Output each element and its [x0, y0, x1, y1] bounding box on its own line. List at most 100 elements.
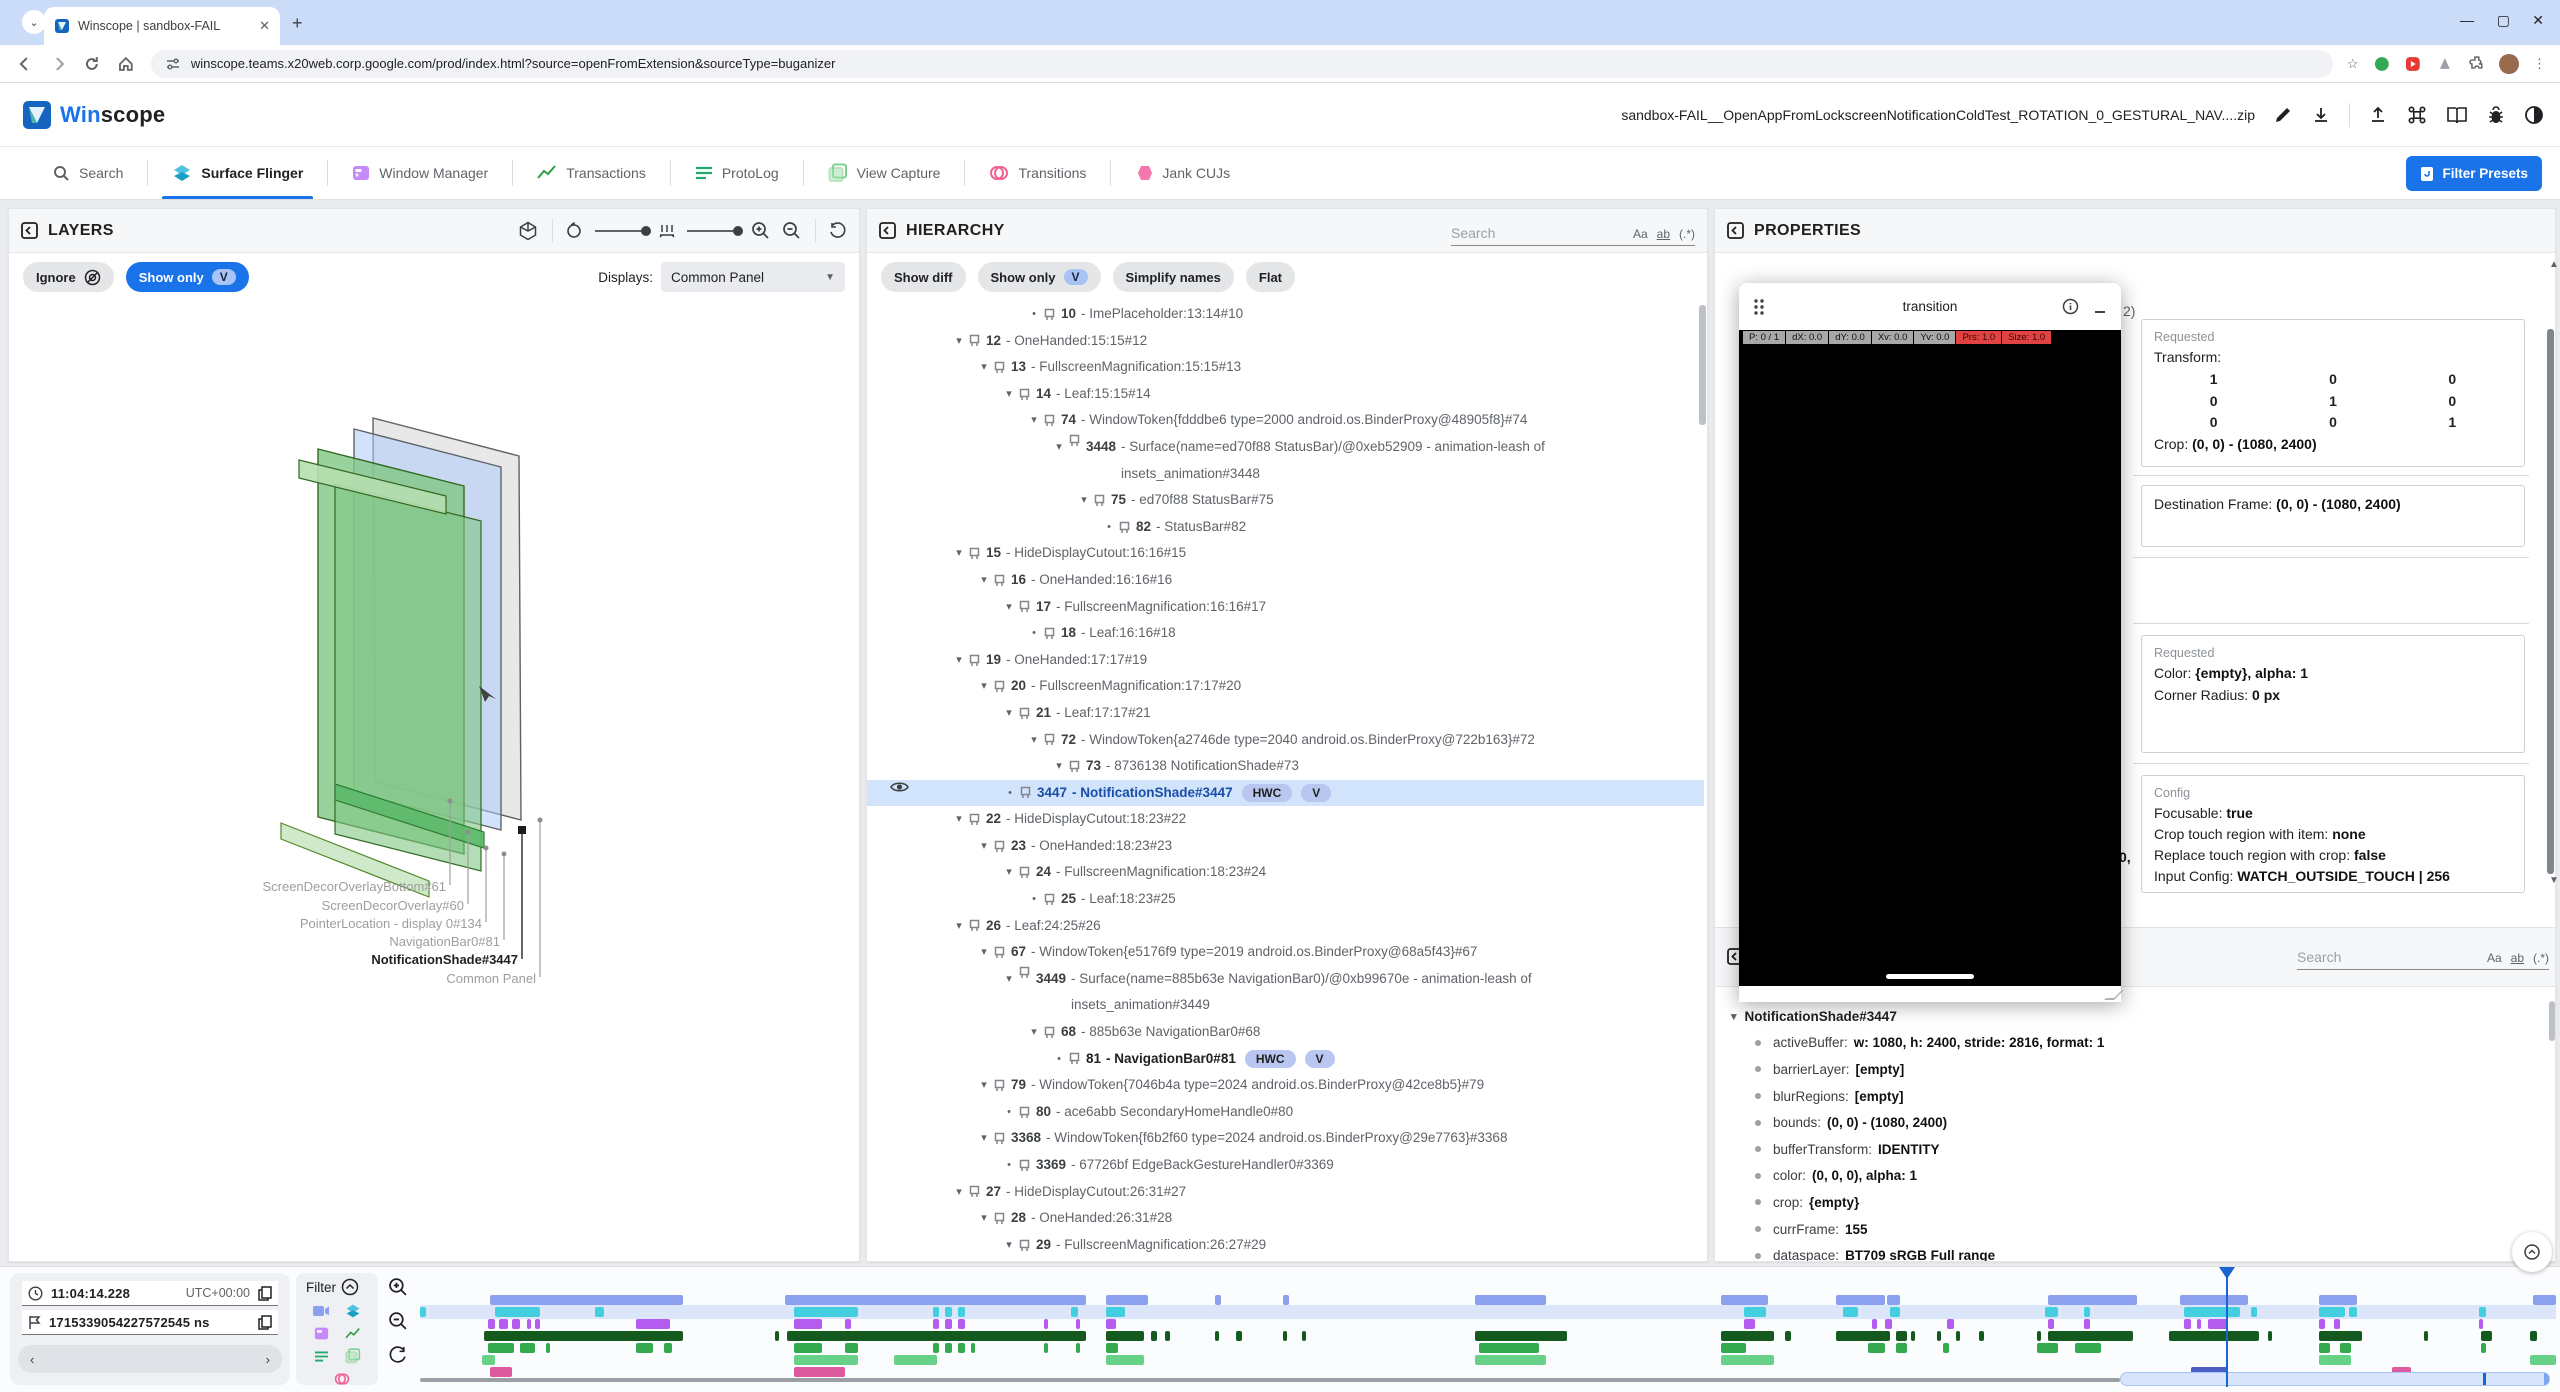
surface-flinger-icon[interactable]: [345, 1303, 361, 1319]
prev-frame-icon[interactable]: ‹: [30, 1352, 34, 1367]
trace-entry[interactable]: [1071, 1307, 1077, 1317]
tab-window-manager[interactable]: Window Manager: [328, 147, 512, 199]
tree-node[interactable]: ▾ 14 - Leaf:15:15#14: [941, 381, 1704, 408]
rotation-slider[interactable]: [595, 230, 647, 232]
reload-icon[interactable]: [83, 55, 101, 73]
expand-toggle[interactable]: •: [1001, 1099, 1017, 1126]
trace-entry[interactable]: [1979, 1331, 1983, 1341]
shortcuts-icon[interactable]: [2406, 104, 2428, 126]
trace-entry[interactable]: [945, 1343, 951, 1353]
trace-entry[interactable]: [933, 1343, 939, 1353]
site-settings-icon[interactable]: [165, 56, 181, 72]
transition-overlay-window[interactable]: transition P: 0 / 1dX: 0.0dY: 0.0Xv: 0.0…: [1739, 283, 2121, 1002]
screen-recording-icon[interactable]: [313, 1305, 330, 1317]
tree-node[interactable]: ▾ 29 - FullscreenMagnification:26:27#29: [941, 1232, 1704, 1259]
trace-entry[interactable]: [1744, 1319, 1755, 1329]
trace-entry[interactable]: [1151, 1331, 1157, 1341]
trace-entry[interactable]: [1896, 1331, 1907, 1341]
trace-entry[interactable]: [845, 1343, 858, 1353]
tree-root[interactable]: ▾NotificationShade#3447: [1731, 1003, 2555, 1030]
trace-entry[interactable]: [1943, 1343, 1949, 1353]
property-row[interactable]: crop: {empty}: [1731, 1189, 2555, 1216]
scroll-up-icon[interactable]: ▲: [2549, 259, 2559, 270]
match-word-icon[interactable]: ab: [2511, 951, 2524, 965]
trace-track[interactable]: [420, 1307, 2556, 1317]
tree-node[interactable]: ▾ 17 - FullscreenMagnification:16:16#17: [941, 594, 1704, 621]
tree-node[interactable]: ▾ 12 - OneHanded:15:15#12: [941, 328, 1704, 355]
expand-toggle[interactable]: •: [1026, 886, 1042, 913]
timeline-scroll-track[interactable]: [420, 1378, 2120, 1382]
copy-icon[interactable]: [258, 1286, 272, 1301]
displays-select[interactable]: Common Panel▼: [661, 262, 845, 292]
trace-entry[interactable]: [527, 1319, 531, 1329]
trace-entry[interactable]: [490, 1367, 511, 1377]
expand-toggle[interactable]: ▾: [1026, 407, 1042, 434]
trace-entry[interactable]: [1721, 1331, 1774, 1341]
trace-entry[interactable]: [1106, 1343, 1119, 1353]
tab-transitions[interactable]: Transitions: [965, 147, 1110, 199]
trace-entry[interactable]: [2530, 1355, 2556, 1365]
expand-toggle[interactable]: ▾: [1001, 594, 1017, 621]
trace-entry[interactable]: [2048, 1295, 2138, 1305]
property-row[interactable]: color: (0, 0, 0), alpha: 1: [1731, 1163, 2555, 1190]
properties-search[interactable]: Aa ab (.*): [2297, 940, 2549, 970]
expand-toggle[interactable]: ▾: [976, 1205, 992, 1232]
trace-entry[interactable]: [2340, 1343, 2351, 1353]
show-only-button[interactable]: Show onlyV: [978, 262, 1101, 292]
trace-entry[interactable]: [945, 1307, 951, 1317]
trace-entry[interactable]: [2184, 1319, 2190, 1329]
trace-entry[interactable]: [1165, 1331, 1169, 1341]
tree-node[interactable]: ▾ 24 - FullscreenMagnification:18:23#24: [941, 859, 1704, 886]
expand-toggle[interactable]: ▾: [1076, 487, 1092, 514]
trace-entry[interactable]: [1475, 1295, 1545, 1305]
expand-toggle[interactable]: ▾: [1001, 700, 1017, 727]
layer-label[interactable]: NavigationBar0#81: [9, 934, 500, 949]
trace-entry[interactable]: [845, 1319, 851, 1329]
trace-entry[interactable]: [1911, 1331, 1915, 1341]
trace-entry[interactable]: [2479, 1307, 2485, 1317]
trace-entry[interactable]: [794, 1343, 822, 1353]
browser-menu-icon[interactable]: ⋮: [2533, 56, 2546, 72]
trace-entry[interactable]: [512, 1319, 521, 1329]
trace-entry[interactable]: [1721, 1343, 1747, 1353]
trace-entry[interactable]: [1475, 1355, 1545, 1365]
viewport-right-handle[interactable]: [2544, 1373, 2549, 1385]
tab-transactions[interactable]: Transactions: [513, 147, 670, 199]
timeline-zoom-in-icon[interactable]: [388, 1277, 408, 1297]
timeline-viewport-range[interactable]: [2120, 1372, 2550, 1386]
expand-toggle[interactable]: ▾: [951, 913, 967, 940]
info-icon[interactable]: [2062, 298, 2079, 315]
trace-entry[interactable]: [971, 1343, 975, 1353]
overlay-title-bar[interactable]: transition: [1739, 283, 2121, 330]
trace-entry[interactable]: [1836, 1331, 1889, 1341]
expand-toggle[interactable]: •: [1002, 780, 1018, 807]
expand-toggle[interactable]: ▾: [1001, 859, 1017, 886]
expand-toggle[interactable]: ▾: [951, 540, 967, 567]
trace-entry[interactable]: [2037, 1343, 2058, 1353]
trace-entry[interactable]: [484, 1331, 683, 1341]
window-maximize-icon[interactable]: ▢: [2497, 12, 2510, 29]
expand-toggle[interactable]: ▾: [951, 328, 967, 355]
trace-entry[interactable]: [1215, 1331, 1219, 1341]
expand-toggle[interactable]: ▾: [951, 1179, 967, 1206]
simplify-names-button[interactable]: Simplify names: [1113, 262, 1234, 292]
trace-entry[interactable]: [2334, 1319, 2340, 1329]
trace-entry[interactable]: [1215, 1295, 1221, 1305]
trace-entry[interactable]: [546, 1343, 550, 1353]
layer-label[interactable]: NotificationShade#3447: [9, 952, 518, 967]
match-case-icon[interactable]: Aa: [1633, 227, 1648, 241]
expand-toggle[interactable]: ▾: [951, 806, 967, 833]
trace-entry[interactable]: [595, 1307, 604, 1317]
match-case-icon[interactable]: Aa: [2487, 951, 2502, 965]
trace-entry[interactable]: [2319, 1319, 2325, 1329]
trace-entry[interactable]: [2075, 1343, 2101, 1353]
layer-label[interactable]: ScreenDecorOverlay#60: [9, 898, 464, 913]
layer-label[interactable]: ScreenDecorOverlayBottom#61: [9, 879, 446, 894]
trace-entry[interactable]: [1106, 1319, 1117, 1329]
tree-node[interactable]: ▾ 79 - WindowToken{7046b4a type=2024 and…: [941, 1072, 1704, 1099]
trace-entry[interactable]: [2197, 1319, 2201, 1329]
trace-entry[interactable]: [1283, 1331, 1287, 1341]
trace-entry[interactable]: [2424, 1331, 2428, 1341]
protolog-icon[interactable]: [314, 1350, 329, 1363]
minimize-icon[interactable]: [2093, 300, 2107, 314]
